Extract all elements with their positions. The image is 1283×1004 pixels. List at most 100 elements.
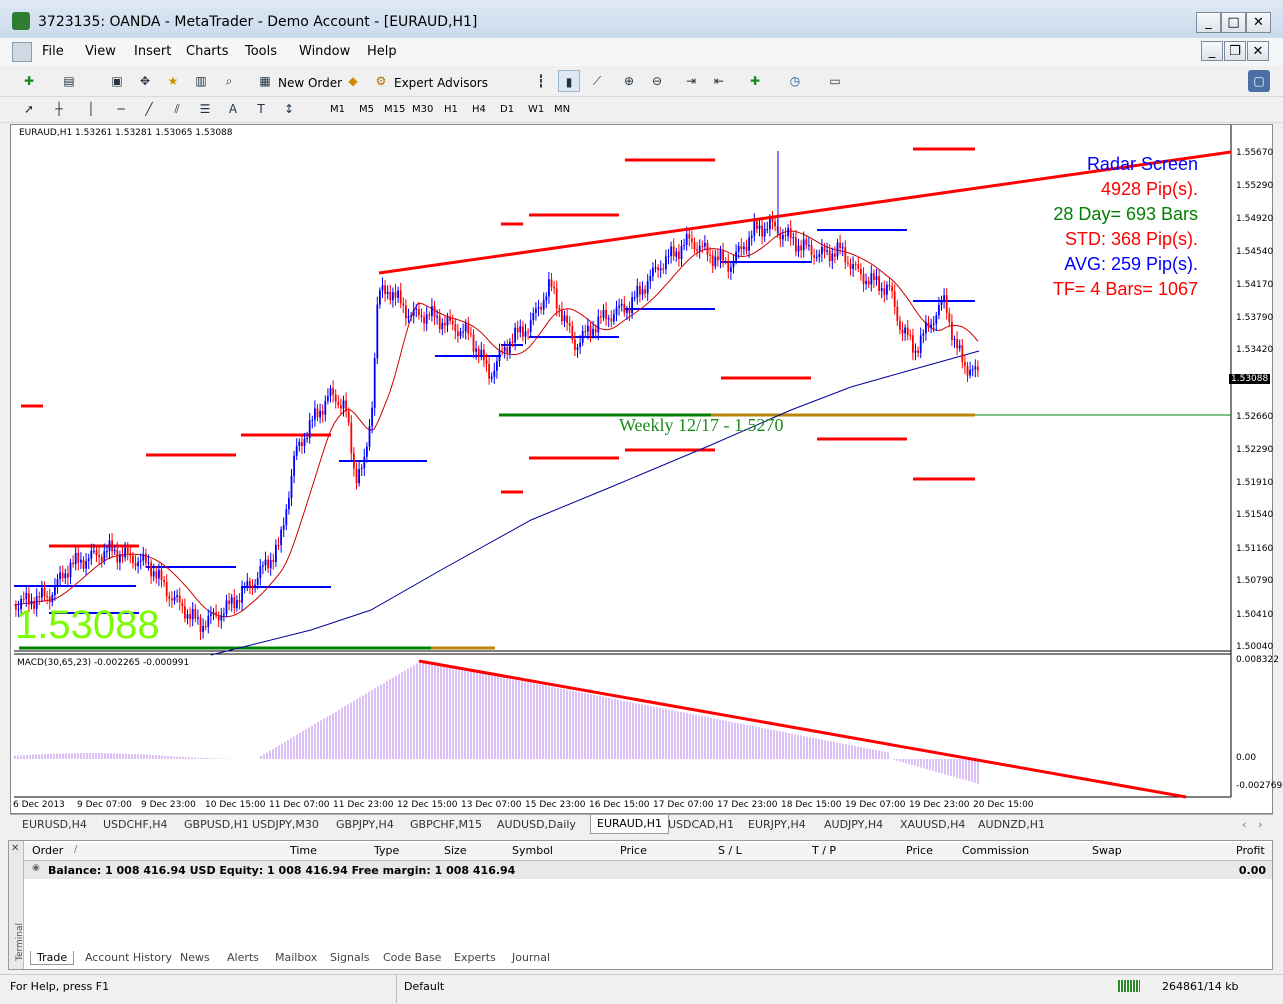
terminal-column-header[interactable]: Symbol [512,844,553,857]
vertical-line-icon[interactable]: │ [80,98,102,120]
menu-window[interactable]: Window [299,44,350,59]
tf-h4[interactable]: H4 [472,104,486,115]
zoom-out-icon[interactable]: ⊖ [646,70,668,92]
tf-m15[interactable]: M15 [384,104,405,115]
menu-insert[interactable]: Insert [134,44,171,59]
autoscroll-icon[interactable]: ⇥ [680,70,702,92]
close-button[interactable]: ✕ [1246,12,1271,33]
channel-icon[interactable]: ⫽ [166,98,188,120]
menu-view[interactable]: View [85,44,116,59]
child-close-button[interactable]: ✕ [1247,41,1269,61]
new-chart-icon[interactable]: ✚ [18,70,40,92]
terminal-tab[interactable]: News [180,951,210,964]
periods-icon[interactable]: ◷ [784,70,806,92]
terminal-column-header[interactable]: Price [620,844,647,857]
price-axis-label: 1.52660 [1236,412,1274,423]
tester-icon[interactable]: ⌕ [218,70,240,92]
arrows-icon[interactable]: ↕ [278,98,300,120]
text-label-icon[interactable]: T [250,98,272,120]
tf-m30[interactable]: M30 [412,104,433,115]
chart-tab[interactable]: XAUUSD,H4 [900,818,965,831]
horizontal-line-icon[interactable]: ─ [110,98,132,120]
chart-tab[interactable]: USDCHF,H4 [103,818,168,831]
trendline-icon[interactable]: ╱ [138,98,160,120]
chart-tab[interactable]: GBPJPY,H4 [336,818,394,831]
chart-tab[interactable]: GBPCHF,M15 [410,818,482,831]
menu-file[interactable]: File [42,44,64,59]
candle-body [496,361,498,371]
terminal-column-header[interactable]: Profit [1236,844,1265,857]
chart-window[interactable]: EURAUD,H1 1.53261 1.53281 1.53065 1.5308… [10,124,1282,814]
fibonacci-icon[interactable]: ☰ [194,98,216,120]
text-icon[interactable]: A [222,98,244,120]
tf-h1[interactable]: H1 [444,104,458,115]
terminal-column-header[interactable]: Price [906,844,933,857]
chart-tab[interactable]: EURJPY,H4 [748,818,806,831]
maximize-button[interactable]: □ [1221,12,1246,33]
candle-body [961,345,964,363]
terminal-tab[interactable]: Journal [512,951,550,964]
favorites-icon[interactable]: ★ [162,70,184,92]
terminal-tab[interactable]: Alerts [227,951,259,964]
minimize-button[interactable]: _ [1196,12,1221,33]
chat-icon[interactable]: ▢ [1248,70,1270,92]
terminal-tab[interactable]: Code Base [383,951,441,964]
terminal-tab[interactable]: Account History [85,951,172,964]
menu-charts[interactable]: Charts [186,44,229,59]
profiles-icon[interactable]: ▤ [58,70,80,92]
market-watch-icon[interactable]: ▣ [106,70,128,92]
candle-body [43,588,46,597]
crosshair-icon[interactable]: ┼ [48,98,70,120]
navigator-icon[interactable]: ✥ [134,70,156,92]
warning-icon[interactable]: ◆ [342,70,364,92]
tf-w1[interactable]: W1 [528,104,544,115]
bar-chart-icon[interactable]: ┇ [530,70,552,92]
terminal-column-header[interactable]: Order [32,844,63,857]
child-restore-button[interactable]: ❐ [1224,41,1246,61]
chart-tab-active[interactable]: EURAUD,H1 [590,815,670,834]
terminal-tab-active[interactable]: Trade [30,951,75,965]
terminal-icon[interactable]: ▥ [190,70,212,92]
tf-m1[interactable]: M1 [330,104,345,115]
chart-tab[interactable]: AUDJPY,H4 [824,818,883,831]
candlestick-icon[interactable]: ▮ [558,70,580,92]
cursor-icon[interactable]: ➚ [18,98,40,120]
templates-icon[interactable]: ▭ [824,70,846,92]
terminal-tab[interactable]: Experts [454,951,496,964]
tabs-scroll-right-icon[interactable]: › [1258,818,1262,831]
new-order-button[interactable]: New Order [278,76,342,90]
terminal-tab[interactable]: Signals [330,951,370,964]
tabs-scroll-left-icon[interactable]: ‹ [1242,818,1246,831]
terminal-column-header[interactable]: Size [444,844,467,857]
zoom-in-icon[interactable]: ⊕ [618,70,640,92]
chart-tab[interactable]: AUDNZD,H1 [978,818,1045,831]
menu-tools[interactable]: Tools [245,44,277,59]
tf-m5[interactable]: M5 [359,104,374,115]
indicators-icon[interactable]: ✚ [744,70,766,92]
chart-tab[interactable]: AUDUSD,Daily [497,818,576,831]
child-minimize-button[interactable]: _ [1201,41,1223,61]
chart-tab[interactable]: USDCAD,H1 [668,818,734,831]
terminal-column-header[interactable]: Time [290,844,317,857]
chart-window-icon[interactable] [12,42,32,62]
chart-tab[interactable]: GBPUSD,H1 [184,818,249,831]
terminal-close-icon[interactable]: ✕ [11,843,19,854]
chart-tab[interactable]: EURUSD,H4 [22,818,87,831]
line-chart-icon[interactable]: ⟋ [586,70,608,92]
chart-tab[interactable]: USDJPY,M30 [252,818,319,831]
terminal-column-header[interactable]: Type [374,844,399,857]
tf-mn[interactable]: MN [554,104,570,115]
tf-d1[interactable]: D1 [500,104,514,115]
terminal-column-header[interactable]: Swap [1092,844,1122,857]
terminal-column-header[interactable]: T / P [812,844,836,857]
chart-shift-icon[interactable]: ⇤ [708,70,730,92]
expert-advisors-button[interactable]: Expert Advisors [394,76,488,90]
candle-body [740,246,743,249]
terminal-tab[interactable]: Mailbox [275,951,317,964]
candle-body [576,347,579,350]
candle-body [324,400,327,415]
candle-body [210,613,212,616]
menu-help[interactable]: Help [367,44,397,59]
terminal-column-header[interactable]: Commission [962,844,1029,857]
terminal-column-header[interactable]: S / L [718,844,742,857]
